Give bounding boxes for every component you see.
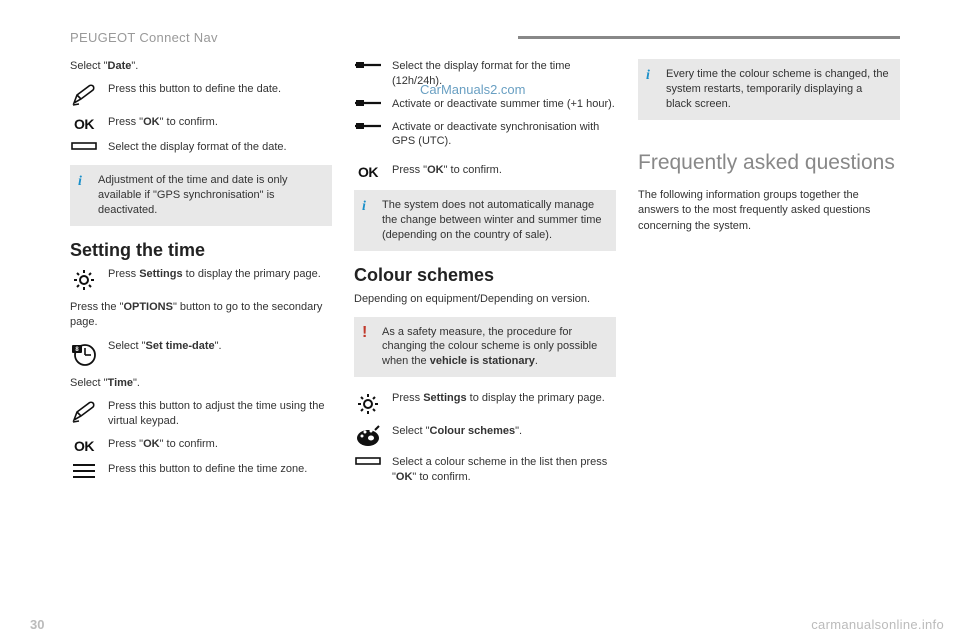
ok-icon: OK <box>70 437 98 454</box>
slot-icon <box>354 455 382 466</box>
toggle-icon <box>354 97 382 108</box>
step-text: Press Settings to display the primary pa… <box>108 267 332 282</box>
page-header: PEUGEOT Connect Nav <box>70 30 900 45</box>
warn-stationary: ! As a safety measure, the procedure for… <box>354 317 616 378</box>
ok-icon: OK <box>354 163 382 180</box>
slot-icon <box>70 140 98 151</box>
manual-page: PEUGEOT Connect Nav Select "Date". Press… <box>0 0 960 513</box>
step-text: Press "OK" to confirm. <box>392 163 616 178</box>
gear-icon <box>354 391 382 416</box>
column-3: i Every time the colour scheme is change… <box>638 59 900 493</box>
depending-on-text: Depending on equipment/Depending on vers… <box>354 292 616 307</box>
step-text: Press "OK" to confirm. <box>108 115 332 130</box>
info-icon: i <box>646 67 658 112</box>
step-ok-confirm-1: OK Press "OK" to confirm. <box>70 115 332 132</box>
info-icon: i <box>362 198 374 243</box>
content-columns: Select "Date". Press this button to defi… <box>70 59 900 493</box>
step-adjust-time: Press this button to adjust the time usi… <box>70 399 332 429</box>
list-icon <box>70 462 98 479</box>
press-options-line: Press the "OPTIONS" button to go to the … <box>70 300 332 331</box>
step-text: Press Settings to display the primary pa… <box>392 391 616 406</box>
step-text: Select the display format for the time (… <box>392 59 616 89</box>
step-define-timezone: Press this button to define the time zon… <box>70 462 332 479</box>
column-2: Select the display format for the time (… <box>354 59 616 493</box>
step-press-settings-1: Press Settings to display the primary pa… <box>70 267 332 292</box>
step-text: Press this button to define the time zon… <box>108 462 332 477</box>
step-text: Select "Set time-date". <box>108 339 332 354</box>
step-gps-sync: Activate or deactivate synchronisation w… <box>354 120 616 150</box>
page-number: 30 <box>30 617 44 632</box>
step-text: Select "Colour schemes". <box>392 424 616 439</box>
step-ok-confirm-3: OK Press "OK" to confirm. <box>354 163 616 180</box>
step-text: Activate or deactivate synchronisation w… <box>392 120 616 150</box>
toggle-icon <box>354 59 382 70</box>
ok-icon: OK <box>70 115 98 132</box>
warn-text: As a safety measure, the procedure for c… <box>382 325 606 370</box>
step-display-format-time: Select the display format for the time (… <box>354 59 616 89</box>
step-text: Press "OK" to confirm. <box>108 437 332 452</box>
info-icon: i <box>78 173 90 218</box>
step-text: Press this button to adjust the time usi… <box>108 399 332 429</box>
clock-date-icon: 8 <box>70 339 98 368</box>
column-1: Select "Date". Press this button to defi… <box>70 59 332 493</box>
warning-icon: ! <box>362 325 374 370</box>
pencil-icon <box>70 399 98 424</box>
select-time-line: Select "Time". <box>70 376 332 391</box>
step-display-format-date: Select the display format of the date. <box>70 140 332 155</box>
heading-setting-time: Setting the time <box>70 240 332 261</box>
faq-body: The following information groups togethe… <box>638 188 900 234</box>
step-press-settings-2: Press Settings to display the primary pa… <box>354 391 616 416</box>
step-text: Select the display format of the date. <box>108 140 332 155</box>
heading-faq: Frequently asked questions <box>638 150 900 176</box>
palette-icon <box>354 424 382 447</box>
info-restart: i Every time the colour scheme is change… <box>638 59 900 120</box>
step-ok-confirm-2: OK Press "OK" to confirm. <box>70 437 332 454</box>
gear-icon <box>70 267 98 292</box>
info-auto-change: i The system does not automatically mana… <box>354 190 616 251</box>
step-summer-time: Activate or deactivate summer time (+1 h… <box>354 97 616 112</box>
select-date-line: Select "Date". <box>70 59 332 74</box>
info-text: Adjustment of the time and date is only … <box>98 173 322 218</box>
step-text: Activate or deactivate summer time (+1 h… <box>392 97 616 112</box>
info-text: Every time the colour scheme is changed,… <box>666 67 890 112</box>
step-define-date: Press this button to define the date. <box>70 82 332 107</box>
step-select-set-time-date: 8 Select "Set time-date". <box>70 339 332 368</box>
info-text: The system does not automatically manage… <box>382 198 606 243</box>
header-rule <box>518 36 900 39</box>
info-gps-sync: i Adjustment of the time and date is onl… <box>70 165 332 226</box>
step-select-scheme-confirm: Select a colour scheme in the list then … <box>354 455 616 485</box>
toggle-icon <box>354 120 382 131</box>
step-text: Select a colour scheme in the list then … <box>392 455 616 485</box>
step-text: Press this button to define the date. <box>108 82 332 97</box>
heading-colour-schemes: Colour schemes <box>354 265 616 286</box>
watermark-bottom: carmanualsonline.info <box>811 617 944 632</box>
header-title: PEUGEOT Connect Nav <box>70 30 218 45</box>
step-select-colour-schemes: Select "Colour schemes". <box>354 424 616 447</box>
pencil-icon <box>70 82 98 107</box>
